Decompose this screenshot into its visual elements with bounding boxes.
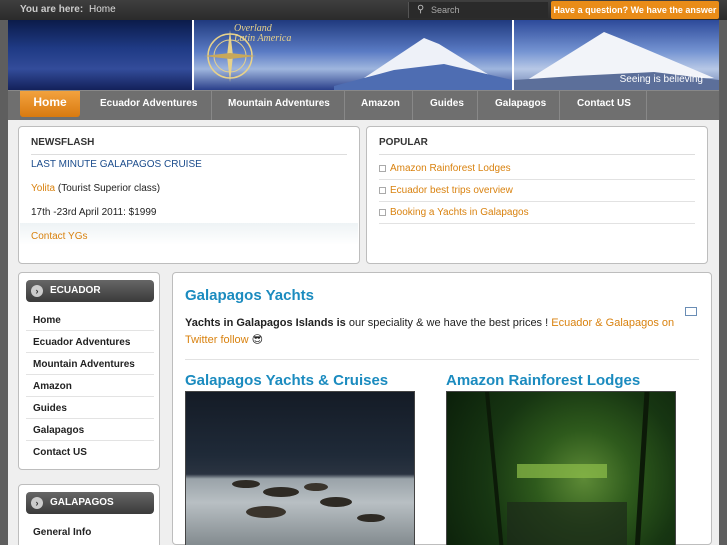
sidebar-item-contact-us[interactable]: Contact US [26, 442, 154, 463]
newsflash-headline: LAST MINUTE GALAPAGOS CRUISE [31, 159, 202, 170]
divider [379, 154, 695, 155]
top-bar: You are here: Home ⚲ Have a question? We… [0, 0, 727, 20]
nav-divider [211, 91, 212, 121]
search-box[interactable]: ⚲ [408, 2, 548, 18]
newsflash-dates-price: 17th -23rd April 2011: $1999 [31, 207, 157, 218]
popular-item[interactable]: Ecuador best trips overview [379, 185, 513, 196]
nav-guides[interactable]: Guides [430, 98, 464, 109]
intro-paragraph: Yachts in Galapagos Islands is our speci… [185, 315, 685, 349]
section-title-yachts[interactable]: Galapagos Yachts & Cruises [185, 372, 388, 389]
arrow-right-icon: › [31, 497, 43, 509]
sidebar-item-general-info[interactable]: General Info [26, 522, 154, 543]
nav-divider [646, 91, 647, 121]
divider [379, 201, 695, 202]
yachts-photo[interactable] [185, 391, 415, 545]
divider [379, 223, 695, 224]
sidebar-galapagos-module: › GALAPAGOS General Info [18, 484, 160, 545]
nav-divider [559, 91, 560, 121]
popular-item-label: Booking a Yachts in Galapagos [390, 207, 529, 218]
banner-panel-mountain: Seeing is believing [514, 20, 719, 90]
banner-panel-sky [8, 20, 192, 90]
main-nav: Home Ecuador Adventures Mountain Adventu… [8, 90, 719, 121]
nav-home-tab[interactable]: Home [20, 91, 80, 117]
nav-divider [344, 91, 345, 121]
contact-link[interactable]: Contact YGs [31, 231, 88, 242]
banner-panel-logo[interactable]: Overland Latin America [194, 20, 512, 90]
nav-ecuador-adventures[interactable]: Ecuador Adventures [100, 98, 197, 109]
email-icon[interactable] [685, 307, 697, 316]
newsflash-yacht-line: Yolita (Tourist Superior class) [31, 183, 160, 194]
nav-contact-us[interactable]: Contact US [577, 98, 631, 109]
sidebar-galapagos-header: › GALAPAGOS [26, 492, 154, 514]
sidebar-item-home[interactable]: Home [26, 310, 154, 331]
mountain-image [334, 38, 512, 90]
popular-title: POPULAR [379, 137, 428, 148]
cool-face-icon: 😎 [251, 334, 264, 346]
search-input[interactable] [431, 4, 541, 16]
main-content: Galapagos Yachts Yachts in Galapagos Isl… [172, 272, 712, 545]
sidebar-item-ecuador-adventures[interactable]: Ecuador Adventures [26, 332, 154, 353]
main-area: NEWSFLASH LAST MINUTE GALAPAGOS CRUISE Y… [8, 120, 719, 545]
newsflash-title: NEWSFLASH [31, 137, 95, 148]
sidebar-item-mountain-adventures[interactable]: Mountain Adventures [26, 354, 154, 375]
ask-question-button[interactable]: Have a question? We have the answer [551, 1, 719, 19]
popular-item[interactable]: Booking a Yachts in Galapagos [379, 207, 529, 218]
sidebar-ecuador-header: › ECUADOR [26, 280, 154, 302]
sidebar-item-amazon[interactable]: Amazon [26, 376, 154, 397]
sea-lions-image [232, 480, 385, 522]
divider [31, 154, 347, 155]
intro-text: our speciality & we have the best prices… [345, 317, 552, 329]
intro-bold: Yachts in Galapagos Islands is [185, 317, 346, 329]
newsflash-module: NEWSFLASH LAST MINUTE GALAPAGOS CRUISE Y… [18, 126, 360, 264]
popular-item-label: Amazon Rainforest Lodges [390, 163, 511, 174]
breadcrumb-home-link[interactable]: Home [89, 4, 116, 15]
divider [379, 179, 695, 180]
search-icon: ⚲ [417, 4, 425, 15]
page-title: Galapagos Yachts [185, 287, 314, 304]
divider [185, 359, 699, 360]
nav-divider [477, 91, 478, 121]
nav-mountain-adventures[interactable]: Mountain Adventures [228, 98, 330, 109]
popular-item[interactable]: Amazon Rainforest Lodges [379, 163, 511, 174]
bullet-icon [379, 186, 386, 194]
yacht-link[interactable]: Yolita [31, 183, 55, 194]
popular-module: POPULAR Amazon Rainforest Lodges Ecuador… [366, 126, 708, 264]
nav-galapagos[interactable]: Galapagos [495, 98, 546, 109]
sidebar-ecuador-title: ECUADOR [50, 285, 101, 296]
nav-amazon[interactable]: Amazon [361, 98, 400, 109]
sidebar-item-guides[interactable]: Guides [26, 398, 154, 419]
popular-item-label: Ecuador best trips overview [390, 185, 513, 196]
sidebar-galapagos-title: GALAPAGOS [50, 497, 114, 508]
sidebar-item-galapagos[interactable]: Galapagos [26, 420, 154, 441]
arrow-right-icon: › [31, 285, 43, 297]
rainforest-photo[interactable] [446, 391, 676, 545]
bullet-icon [379, 164, 386, 172]
breadcrumb-label: You are here: [20, 4, 84, 15]
header-banner: Overland Latin America Seeing is believi… [8, 20, 719, 90]
river-image [485, 392, 650, 545]
sidebar-ecuador-module: › ECUADOR Home Ecuador Adventures Mounta… [18, 272, 160, 470]
section-title-lodges[interactable]: Amazon Rainforest Lodges [446, 372, 640, 389]
tagline: Seeing is believing [619, 74, 703, 85]
nav-divider [412, 91, 413, 121]
yacht-class: (Tourist Superior class) [57, 183, 161, 194]
bullet-icon [379, 208, 386, 216]
